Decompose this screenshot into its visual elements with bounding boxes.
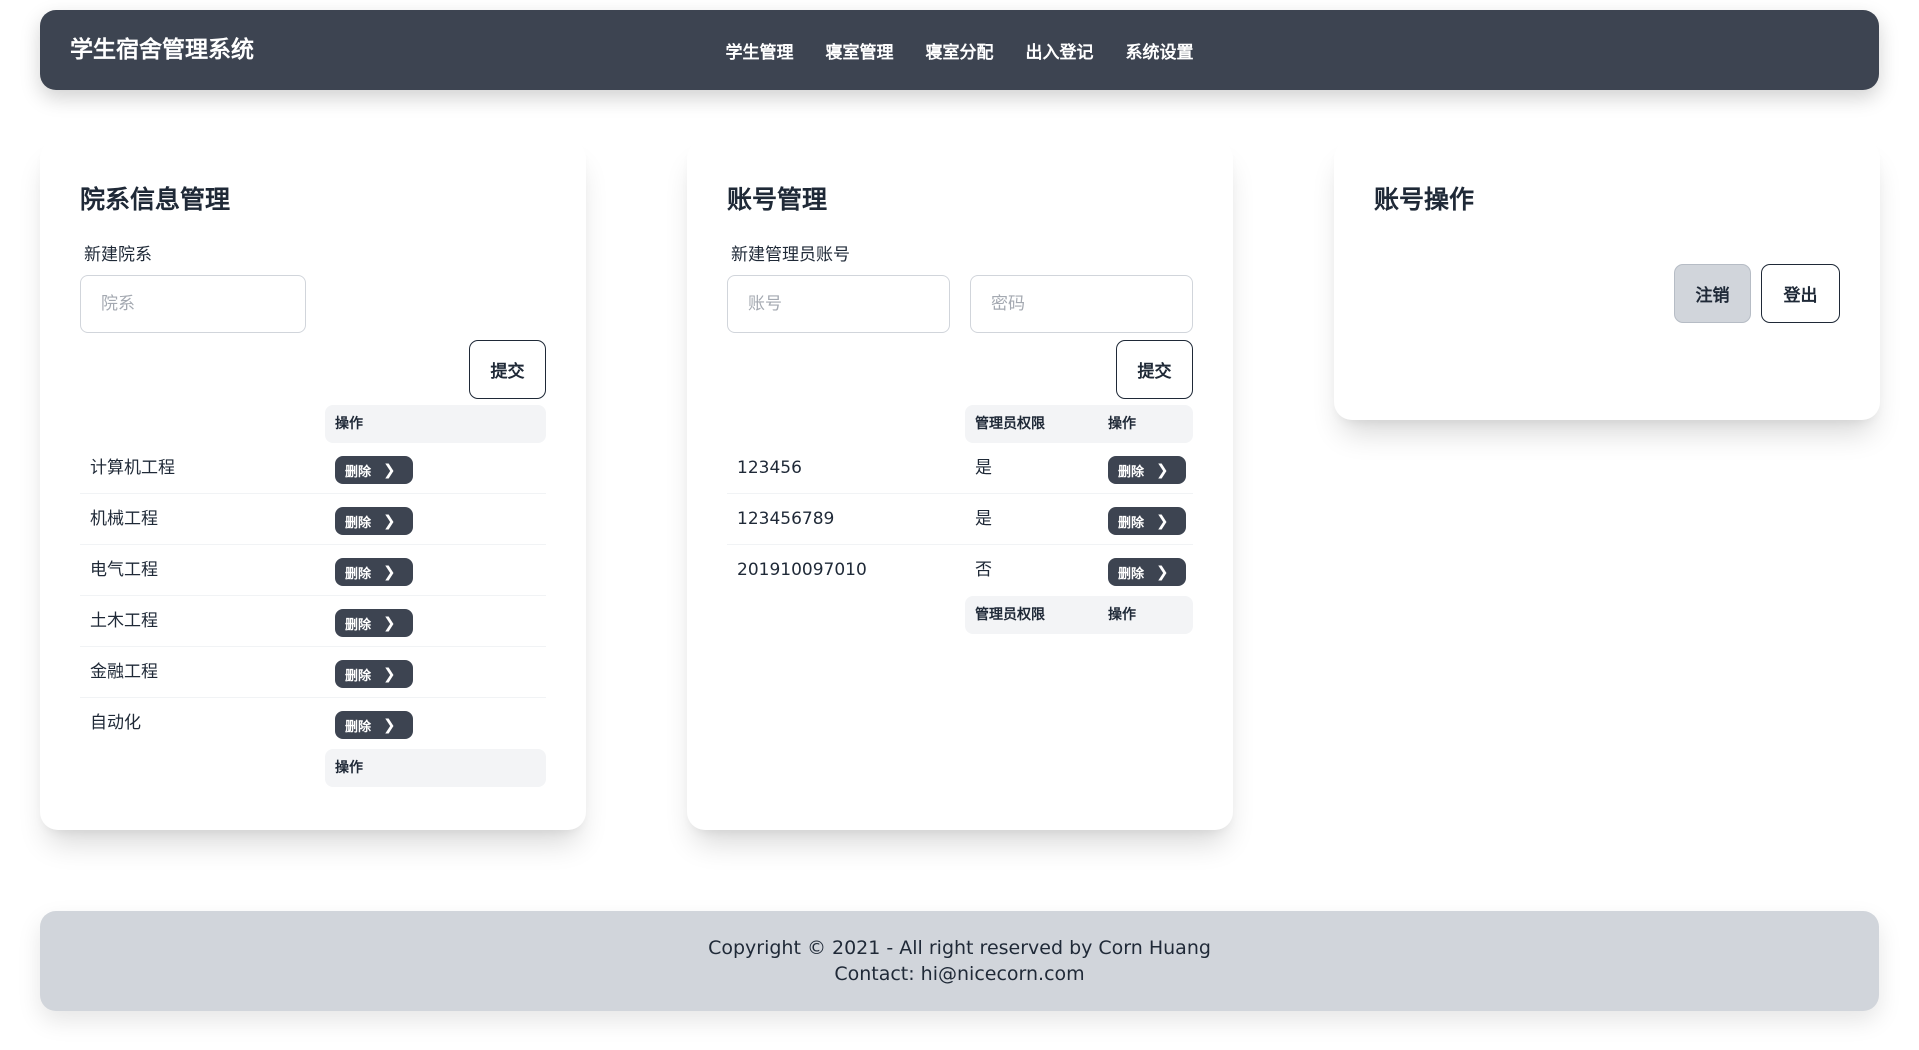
department-name: 土木工程 — [90, 611, 158, 631]
column-header-admin-permission: 管理员权限 — [975, 416, 1045, 432]
admin-permission-value: 是 — [975, 458, 992, 478]
top-navbar: 学生宿舍管理系统 学生管理 寝室管理 寝室分配 出入登记 系统设置 — [40, 10, 1879, 90]
delete-button[interactable]: 删除 ❯ — [335, 609, 413, 637]
column-footer-actions: 操作 — [1108, 607, 1136, 623]
footer-contact: Contact: hi@nicecorn.com — [834, 963, 1085, 985]
column-footer-admin-permission: 管理员权限 — [975, 607, 1045, 623]
department-name: 计算机工程 — [90, 458, 175, 478]
table-row: 计算机工程 删除 ❯ — [80, 443, 546, 494]
delete-button[interactable]: 删除 ❯ — [1108, 558, 1186, 586]
delete-label: 删除 — [345, 566, 372, 582]
column-header-actions: 操作 — [1108, 416, 1136, 432]
delete-button[interactable]: 删除 ❯ — [335, 711, 413, 739]
department-name: 自动化 — [90, 713, 141, 733]
logout-button[interactable]: 登出 — [1761, 264, 1840, 323]
footer-copyright: Copyright © 2021 - All right reserved by… — [708, 937, 1211, 959]
new-department-label: 新建院系 — [84, 245, 152, 265]
account-operations-title: 账号操作 — [1374, 185, 1475, 214]
account-submit-button[interactable]: 提交 — [1116, 340, 1193, 399]
table-row: 自动化 删除 ❯ — [80, 698, 546, 749]
deregister-button[interactable]: 注销 — [1674, 264, 1751, 323]
table-row: 123456 是 删除 ❯ — [727, 443, 1193, 494]
chevron-right-icon: ❯ — [383, 614, 396, 632]
department-name: 机械工程 — [90, 509, 158, 529]
department-card: 院系信息管理 新建院系 提交 操作 计算机工程 删除 ❯ 机械工程 删除 ❯ 电… — [40, 140, 586, 830]
account-card: 账号管理 新建管理员账号 提交 管理员权限 操作 123456 是 删除 ❯ 1… — [687, 140, 1233, 830]
chevron-right-icon: ❯ — [383, 512, 396, 530]
account-input[interactable] — [727, 275, 950, 333]
nav-item-dorm-assignment[interactable]: 寝室分配 — [926, 38, 994, 63]
table-row: 123456789 是 删除 ❯ — [727, 494, 1193, 545]
admin-permission-value: 否 — [975, 560, 992, 580]
account-card-title: 账号管理 — [727, 185, 828, 214]
column-footer-actions: 操作 — [335, 760, 363, 776]
department-name: 金融工程 — [90, 662, 158, 682]
delete-label: 删除 — [345, 668, 372, 684]
table-header: 操作 — [80, 405, 546, 443]
table-row: 电气工程 删除 ❯ — [80, 545, 546, 596]
department-name: 电气工程 — [90, 560, 158, 580]
delete-label: 删除 — [345, 617, 372, 633]
department-submit-button[interactable]: 提交 — [469, 340, 546, 399]
department-table: 操作 计算机工程 删除 ❯ 机械工程 删除 ❯ 电气工程 删除 ❯ 土木工程 删… — [80, 405, 546, 787]
delete-button[interactable]: 删除 ❯ — [1108, 456, 1186, 484]
nav-menu: 学生管理 寝室管理 寝室分配 出入登记 系统设置 — [40, 10, 1879, 90]
account-id: 123456 — [737, 458, 802, 478]
delete-label: 删除 — [345, 515, 372, 531]
table-row: 机械工程 删除 ❯ — [80, 494, 546, 545]
nav-item-dorms[interactable]: 寝室管理 — [826, 38, 894, 63]
table-row: 金融工程 删除 ❯ — [80, 647, 546, 698]
nav-item-access-log[interactable]: 出入登记 — [1026, 38, 1094, 63]
column-header-actions: 操作 — [335, 416, 363, 432]
table-footer: 管理员权限 操作 — [727, 596, 1193, 634]
chevron-right-icon: ❯ — [1156, 512, 1169, 530]
table-row: 土木工程 删除 ❯ — [80, 596, 546, 647]
department-card-title: 院系信息管理 — [80, 185, 231, 214]
chevron-right-icon: ❯ — [1156, 461, 1169, 479]
delete-button[interactable]: 删除 ❯ — [335, 456, 413, 484]
page-footer: Copyright © 2021 - All right reserved by… — [40, 911, 1879, 1011]
nav-item-settings[interactable]: 系统设置 — [1126, 38, 1194, 63]
chevron-right-icon: ❯ — [383, 563, 396, 581]
account-operations-card: 账号操作 注销 登出 — [1334, 140, 1880, 420]
nav-item-students[interactable]: 学生管理 — [726, 38, 794, 63]
account-table: 管理员权限 操作 123456 是 删除 ❯ 123456789 是 删除 ❯ … — [727, 405, 1193, 634]
admin-permission-value: 是 — [975, 509, 992, 529]
password-input[interactable] — [970, 275, 1193, 333]
chevron-right-icon: ❯ — [1156, 563, 1169, 581]
delete-label: 删除 — [345, 719, 372, 735]
delete-label: 删除 — [1118, 566, 1145, 582]
new-admin-account-label: 新建管理员账号 — [731, 245, 850, 265]
chevron-right-icon: ❯ — [383, 461, 396, 479]
table-header: 管理员权限 操作 — [727, 405, 1193, 443]
chevron-right-icon: ❯ — [383, 665, 396, 683]
table-footer: 操作 — [80, 749, 546, 787]
table-row: 201910097010 否 删除 ❯ — [727, 545, 1193, 596]
department-input[interactable] — [80, 275, 306, 333]
account-id: 123456789 — [737, 509, 835, 529]
delete-button[interactable]: 删除 ❯ — [335, 660, 413, 688]
delete-button[interactable]: 删除 ❯ — [335, 507, 413, 535]
delete-button[interactable]: 删除 ❯ — [1108, 507, 1186, 535]
delete-label: 删除 — [1118, 464, 1145, 480]
chevron-right-icon: ❯ — [383, 716, 396, 734]
delete-button[interactable]: 删除 ❯ — [335, 558, 413, 586]
account-id: 201910097010 — [737, 560, 867, 580]
delete-label: 删除 — [345, 464, 372, 480]
delete-label: 删除 — [1118, 515, 1145, 531]
